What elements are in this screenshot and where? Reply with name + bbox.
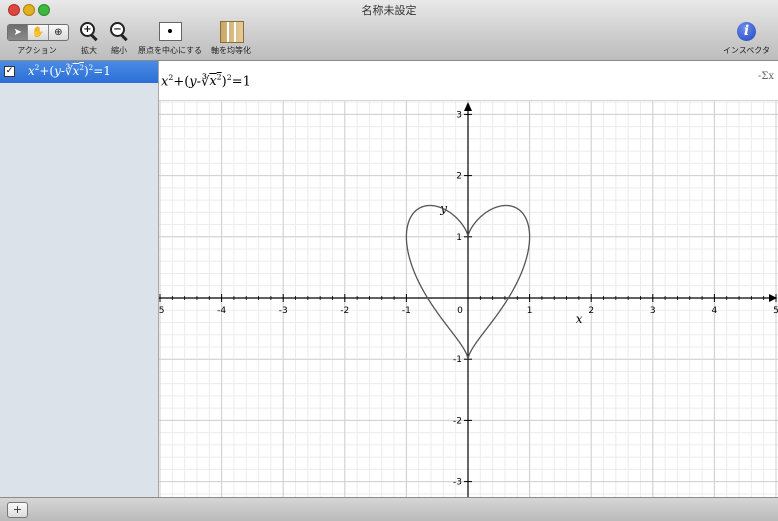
x-tick-label: 4 [712,306,718,316]
x-tick-label: -2 [340,306,349,316]
x-tick-label: 0 [457,306,463,316]
zoom-in-icon: + [80,22,98,42]
x-tick-label: 3 [650,306,656,316]
action-label: アクション [17,46,57,55]
app-window: 名称未設定 ➤ ✋ ⊕ アクション + 拡大 − 縮小 原点を中心にする 軸を均… [0,0,778,521]
y-tick-label: -3 [453,478,462,488]
hand-tool-icon[interactable]: ✋ [28,25,49,40]
x-tick-label: -4 [217,306,226,316]
y-tick-label: -2 [453,416,462,426]
toolbar: 名称未設定 ➤ ✋ ⊕ アクション + 拡大 − 縮小 原点を中心にする 軸を均… [0,0,778,61]
equation-editor[interactable]: x2+(y-∛x2)2=1 -Σx [159,61,778,101]
x-tick-label: -3 [279,306,288,316]
zoom-tool-icon[interactable]: ⊕ [49,25,68,40]
zoom-in-label: 拡大 [81,46,97,55]
y-tick-label: -1 [453,355,462,365]
equation-list-item[interactable]: ✓ x2+(y-∛x2)2=1 [0,61,158,83]
action-segmented-control[interactable]: ➤ ✋ ⊕ [7,24,69,41]
equation-visibility-checkbox[interactable]: ✓ [4,66,15,77]
inspector-label: インスペクタ [723,46,770,55]
y-axis-arrow [464,102,472,111]
x-tick-label: -5 [159,306,164,316]
x-axis-label: x [576,312,583,326]
equalize-axes-label: 軸を均等化 [211,46,251,55]
arrow-tool-icon[interactable]: ➤ [8,25,29,40]
zoom-out-icon: − [110,22,128,42]
x-tick-label: -1 [402,306,411,316]
x-tick-label: 1 [527,306,533,316]
graph-canvas[interactable]: -5-4-3-2-1012345321-1-2-3xy [159,101,778,497]
graph-svg[interactable]: -5-4-3-2-1012345321-1-2-3xy [159,101,778,497]
equalize-axes-icon [220,21,244,43]
add-equation-button[interactable]: + [7,502,28,518]
sigma-icon[interactable]: -Σx [758,71,774,82]
equation-sidebar: ✓ x2+(y-∛x2)2=1 [0,61,159,497]
center-origin-icon [159,22,182,41]
y-tick-label: 2 [456,172,462,182]
bottom-bar: + [0,497,778,521]
sidebar-equation: x2+(y-∛x2)2=1 [28,63,111,78]
y-tick-label: 1 [456,233,462,243]
info-icon: i [737,22,756,41]
x-tick-label: 5 [773,306,778,316]
equation-display[interactable]: x2+(y-∛x2)2=1 [161,73,251,89]
window-title: 名称未設定 [361,4,417,17]
center-origin-label: 原点を中心にする [137,46,203,55]
y-tick-label: 3 [456,110,462,120]
x-tick-label: 2 [588,306,594,316]
zoom-out-label: 縮小 [111,46,127,55]
